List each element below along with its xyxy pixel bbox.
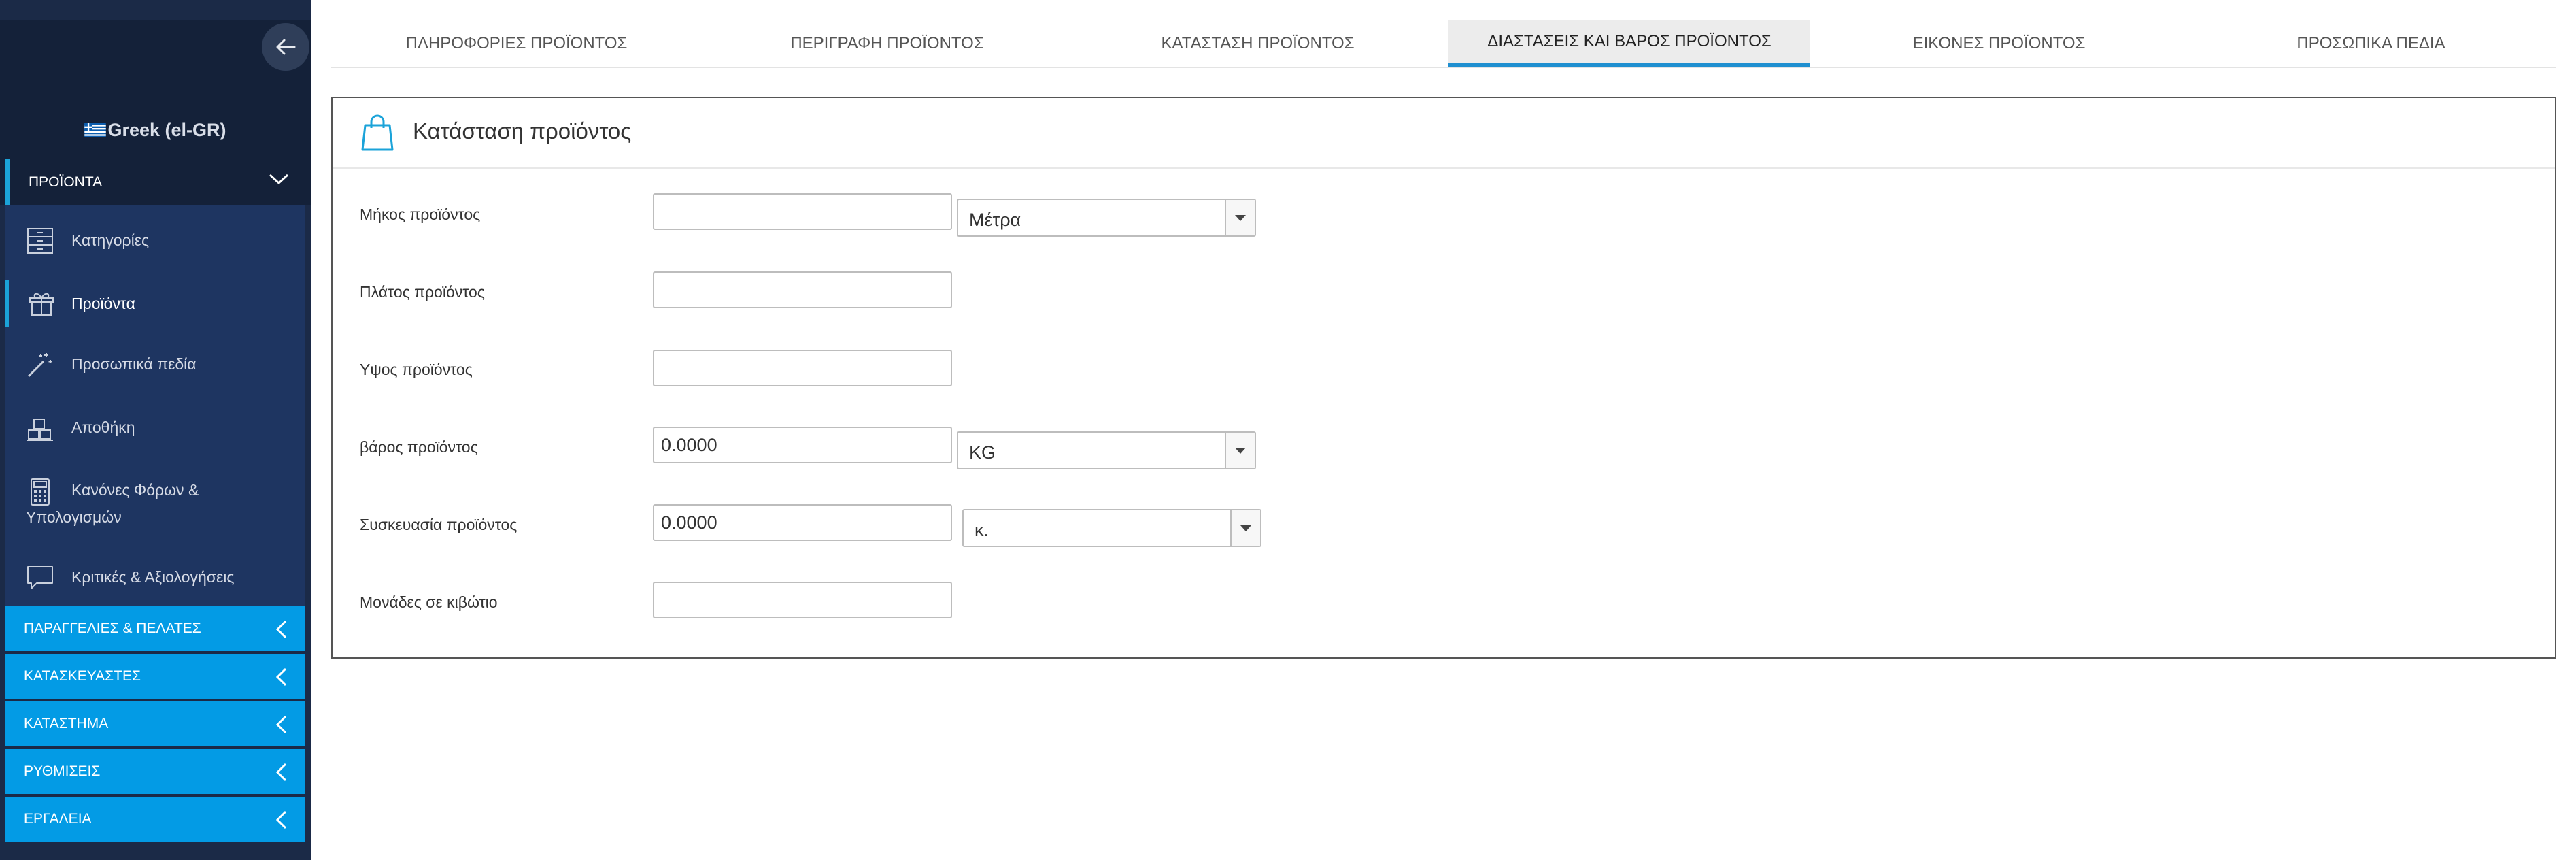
sidebar-item-label: Προϊόντα [71,295,135,312]
sidebar-item-tax-rules[interactable]: Κανόνες Φόρων & Υπολογισμών [5,471,305,532]
dropdown-arrow-icon [1225,433,1255,468]
sidebar-section-label: ΠΡΟΪΟΝΤΑ [29,173,103,190]
sidebar-group-label: ΚΑΤΑΣΚΕΥΑΣΤΕΣ [24,668,141,684]
height-input[interactable] [653,350,952,386]
chevron-left-icon [275,810,287,829]
chevron-left-icon [275,620,287,639]
height-label: Υψος προϊόντος [360,361,473,378]
products-submenu: Κατηγορίες Προϊόντα Προσωπικά πεδία Αποθ… [5,205,305,606]
tab-dimensions-weight[interactable]: ΔΙΑΣΤΑΣΕΙΣ ΚΑΙ ΒΑΡΟΣ ΠΡΟΪΟΝΤΟΣ [1448,20,1810,67]
sidebar-item-label: Προσωπικά πεδία [71,355,197,373]
sidebar-group-label: ΚΑΤΑΣΤΗΜΑ [24,716,109,731]
gift-icon [29,293,54,316]
greek-flag-icon [84,123,107,137]
tab-product-info[interactable]: ΠΛΗΡΟΦΟΡΙΕΣ ΠΡΟΪΟΝΤΟΣ [331,20,702,67]
tab-product-images[interactable]: ΕΙΚΟΝΕΣ ΠΡΟΪΟΝΤΟΣ [1814,20,2184,67]
sidebar-item-label: Κατηγορίες [71,231,150,249]
chevron-down-icon [269,173,289,185]
sidebar-group-tools[interactable]: ΕΡΓΑΛΕΙΑ [5,797,305,842]
panel-title: Κατάσταση προϊόντος [413,118,632,144]
sidebar-item-products[interactable]: Προϊόντα [5,280,305,327]
weight-label: βάρος προϊόντος [360,438,478,456]
width-label: Πλάτος προϊόντος [360,283,485,301]
dropdown-arrow-icon [1225,200,1255,235]
tab-product-description[interactable]: ΠΕΡΙΓΡΑΦΗ ΠΡΟΪΟΝΤΟΣ [702,20,1072,67]
arrow-left-icon [276,39,296,55]
packaging-unit-select[interactable]: κ. [962,509,1261,547]
packaging-input[interactable] [653,504,952,541]
units-per-box-label: Μονάδες σε κιβώτιο [360,593,498,611]
weight-input[interactable] [653,427,952,463]
sidebar-group-manufacturers[interactable]: ΚΑΤΑΣΚΕΥΑΣΤΕΣ [5,654,305,699]
packaging-label: Συσκευασία προϊόντος [360,516,518,533]
length-unit-value: Μέτρα [969,210,1021,230]
sidebar-item-custom-fields[interactable]: Προσωπικά πεδία [5,345,305,386]
tab-custom-fields[interactable]: ΠΡΟΣΩΠΙΚΑ ΠΕΔΙΑ [2186,20,2556,67]
collapse-sidebar-button[interactable] [262,23,309,71]
sidebar-group-label: ΕΡΓΑΛΕΙΑ [24,811,92,827]
sidebar-item-reviews[interactable]: Κριτικές & Αξιολογήσεις [5,558,305,599]
sidebar-item-categories[interactable]: Κατηγορίες [5,221,305,262]
sidebar-group-label: ΡΥΘΜΙΣΕΙΣ [24,763,101,779]
sidebar-section-products[interactable]: ΠΡΟΪΟΝΤΑ [5,159,305,205]
sidebar-group-label: ΠΑΡΑΓΓΕΛΙΕΣ & ΠΕΛΑΤΕΣ [24,621,201,636]
sidebar-group-store[interactable]: ΚΑΤΑΣΤΗΜΑ [5,701,305,746]
cabinet-icon [27,228,53,254]
product-dimensions-panel: Κατάσταση προϊόντος Μήκος προϊόντος Μέτρ… [331,97,2556,659]
weight-unit-select[interactable]: KG [957,431,1256,469]
width-input[interactable] [653,271,952,308]
length-input[interactable] [653,193,952,230]
length-unit-select[interactable]: Μέτρα [957,199,1256,237]
product-tabs: ΠΛΗΡΟΦΟΡΙΕΣ ΠΡΟΪΟΝΤΟΣ ΠΕΡΙΓΡΑΦΗ ΠΡΟΪΟΝΤΟ… [331,20,2556,68]
language-label: Greek (el-GR) [107,120,226,140]
panel-header: Κατάσταση προϊόντος [333,98,2555,169]
chevron-left-icon [275,667,287,687]
comment-icon [27,566,53,589]
sidebar-group-settings[interactable]: ΡΥΘΜΙΣΕΙΣ [5,749,305,794]
sidebar-item-warehouse[interactable]: Αποθήκη [5,408,305,449]
tab-product-status[interactable]: ΚΑΤΑΣΤΑΣΗ ΠΡΟΪΟΝΤΟΣ [1072,20,1443,67]
units-per-box-input[interactable] [653,582,952,618]
sidebar-item-label: Κανόνες Φόρων & Υπολογισμών [26,481,199,526]
weight-unit-value: KG [969,442,996,463]
packaging-unit-value: κ. [975,520,989,540]
sidebar: Greek (el-GR) ΠΡΟΪΟΝΤΑ Κατηγορίες Προϊόν… [0,0,311,860]
sidebar-group-orders-customers[interactable]: ΠΑΡΑΓΓΕΛΙΕΣ & ΠΕΛΑΤΕΣ [5,606,305,651]
length-label: Μήκος προϊόντος [360,205,481,223]
wand-icon [27,353,52,378]
language-indicator: Greek (el-GR) [0,120,311,141]
chevron-left-icon [275,715,287,734]
shopping-bag-icon [361,114,394,151]
chevron-left-icon [275,763,287,782]
dropdown-arrow-icon [1230,510,1260,546]
sidebar-item-label: Αποθήκη [71,418,135,436]
boxes-icon [27,419,53,441]
sidebar-item-label: Κριτικές & Αξιολογήσεις [71,568,235,586]
